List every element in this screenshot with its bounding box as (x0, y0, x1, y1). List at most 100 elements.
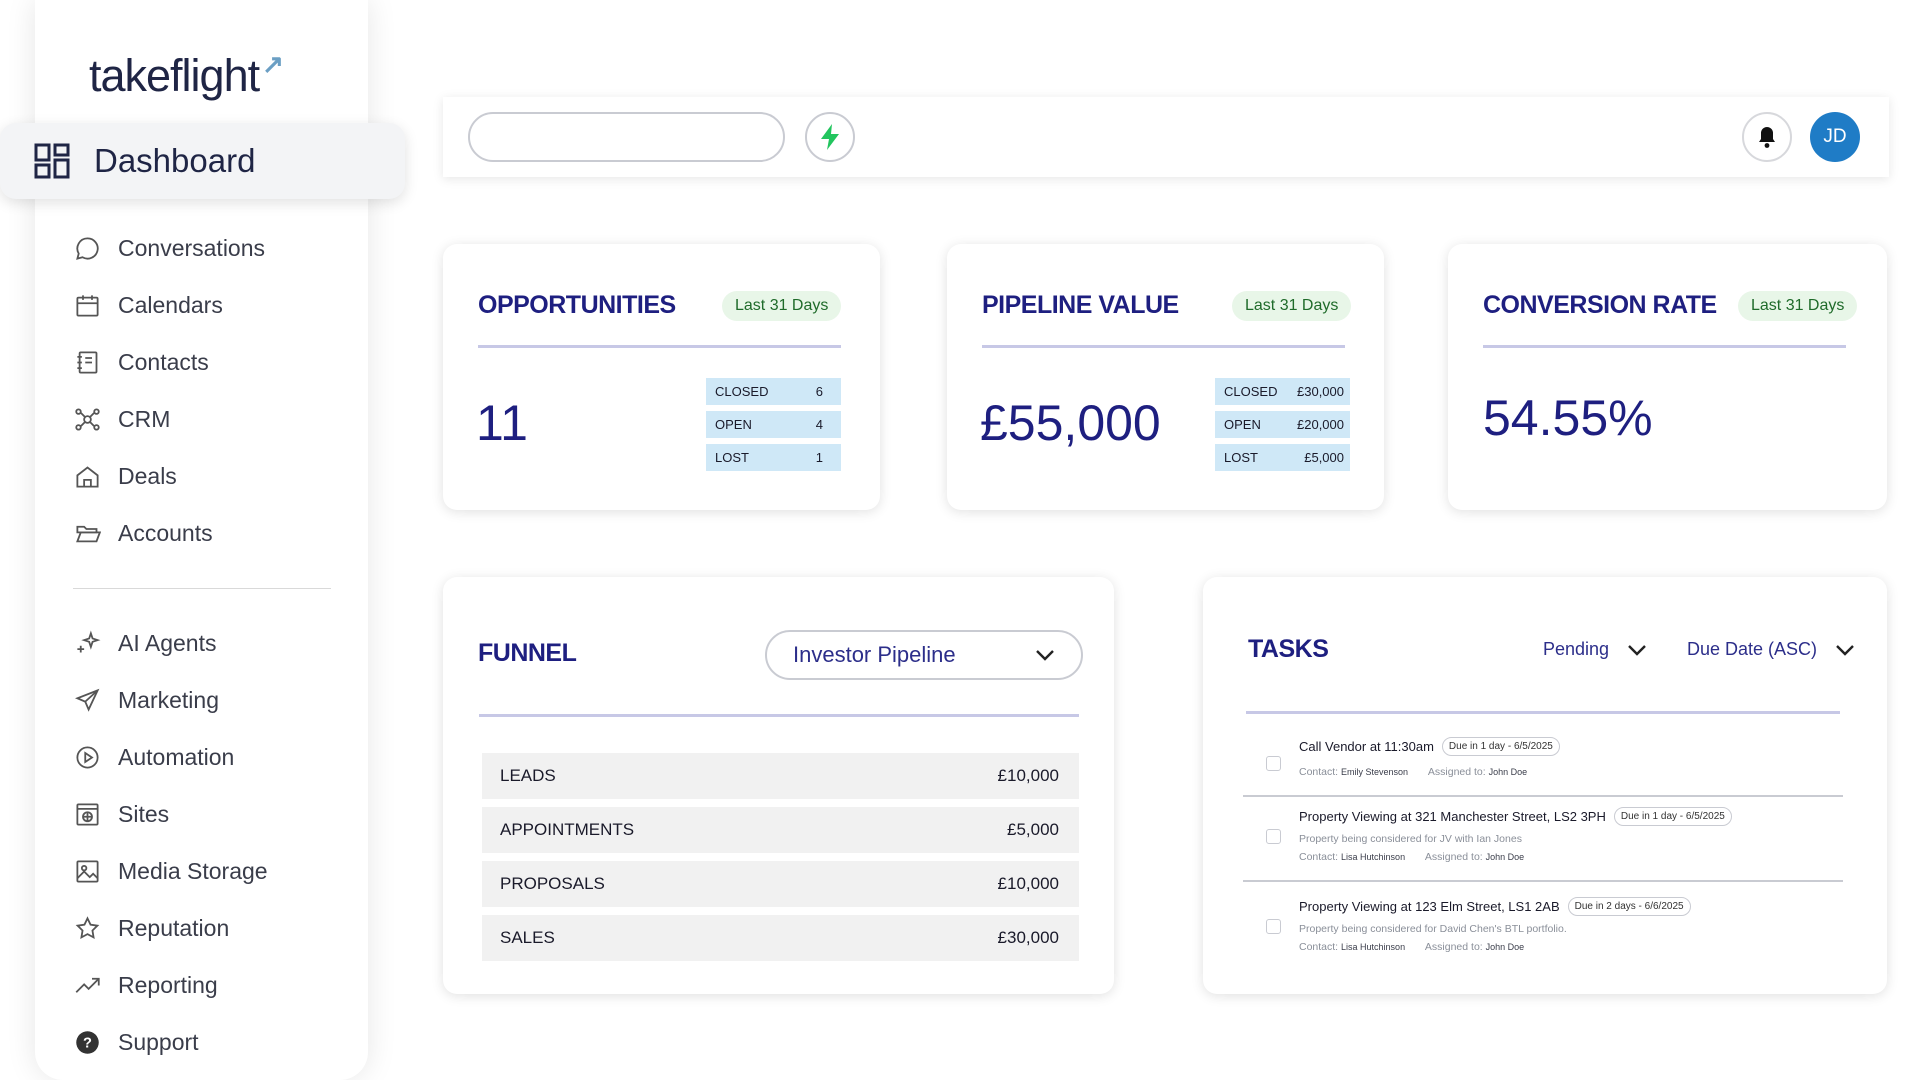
sidebar-item-label: Calendars (118, 292, 223, 318)
trend-up-icon (73, 972, 101, 1000)
task-divider (1243, 795, 1843, 797)
card-title: FUNNEL (478, 639, 577, 667)
sidebar-item-contacts[interactable]: Contacts (73, 334, 333, 391)
contacts-book-icon (73, 349, 101, 377)
card-divider (1246, 711, 1840, 714)
sidebar-item-ai-agents[interactable]: AI Agents (73, 615, 333, 672)
status-filter[interactable]: Pending (1543, 639, 1647, 660)
status-filter-value: Pending (1543, 639, 1610, 659)
sort-filter-value: Due Date (ASC) (1687, 639, 1818, 659)
assignee-name: John Doe (1488, 767, 1528, 777)
task-meta: Contact: Emily Stevenson Assigned to: Jo… (1299, 766, 1527, 778)
sidebar-item-label: Reporting (118, 972, 218, 998)
user-avatar[interactable]: JD (1810, 112, 1860, 162)
conversion-rate-card: CONVERSION RATE Last 31 Days 54.55% (1448, 244, 1887, 510)
task-item[interactable]: Call Vendor at 11:30am Due in 1 day - 6/… (1243, 737, 1843, 797)
brand-arrow-icon: ↗ (262, 49, 284, 79)
sidebar-item-conversations[interactable]: Conversations (73, 220, 333, 277)
sidebar-item-reporting[interactable]: Reporting (73, 957, 333, 1014)
row-label: OPEN (715, 417, 752, 432)
sidebar-item-label: CRM (118, 406, 171, 432)
sidebar-item-automation[interactable]: Automation (73, 729, 333, 786)
row-value: 4 (815, 417, 823, 432)
date-range-badge[interactable]: Last 31 Days (722, 291, 842, 321)
sidebar-item-calendars[interactable]: Calendars (73, 277, 333, 334)
bell-icon (1759, 127, 1775, 148)
card-title: CONVERSION RATE (1483, 291, 1717, 319)
sidebar-item-media-storage[interactable]: Media Storage (73, 843, 333, 900)
notifications-button[interactable] (1742, 112, 1792, 162)
chat-bubble-icon (73, 235, 101, 263)
image-icon (73, 858, 101, 886)
funnel-value: £10,000 (997, 766, 1059, 785)
search-input[interactable] (468, 112, 785, 162)
row-value: 1 (815, 450, 823, 465)
breakdown-row: LOST £5,000 (1215, 444, 1350, 471)
quick-action-button[interactable] (805, 112, 855, 162)
date-range-badge[interactable]: Last 31 Days (1232, 291, 1352, 321)
row-value: £30,000 (1297, 384, 1344, 399)
task-meta: Contact: Lisa Hutchinson Assigned to: Jo… (1299, 851, 1524, 863)
sidebar-item-label: Reputation (118, 915, 230, 941)
pipeline-select-value: Investor Pipeline (793, 642, 956, 667)
sidebar-item-label: Automation (118, 744, 235, 770)
row-value: 6 (815, 384, 823, 399)
funnel-value: £30,000 (997, 928, 1059, 947)
task-title: Property Viewing at 321 Manchester Stree… (1299, 809, 1606, 824)
sidebar-item-support[interactable]: ? Support (73, 1014, 333, 1071)
card-divider (982, 345, 1345, 348)
folder-open-icon (73, 520, 101, 548)
sidebar-item-marketing[interactable]: Marketing (73, 672, 333, 729)
chevron-down-icon (1836, 644, 1854, 656)
pipeline-total: £55,000 (980, 395, 1161, 451)
chevron-down-icon (1036, 650, 1054, 661)
sidebar-item-reputation[interactable]: Reputation (73, 900, 333, 957)
card-divider (1483, 345, 1846, 348)
task-checkbox[interactable] (1266, 919, 1281, 934)
sidebar-item-crm[interactable]: CRM (73, 391, 333, 448)
globe-window-icon (73, 801, 101, 829)
card-divider (478, 345, 841, 348)
task-description: Property being considered for JV with Ia… (1299, 833, 1522, 845)
task-checkbox[interactable] (1266, 756, 1281, 771)
task-title: Call Vendor at 11:30am (1299, 739, 1434, 754)
calendar-icon (73, 292, 101, 320)
sidebar-item-label: Support (118, 1029, 199, 1055)
pipeline-breakdown: CLOSED £30,000 OPEN £20,000 LOST £5,000 (1215, 378, 1350, 477)
task-header: Property Viewing at 321 Manchester Stree… (1299, 807, 1732, 826)
conversion-rate-value: 54.55% (1483, 390, 1653, 446)
brand-logo[interactable]: takeflight ↗ (89, 49, 284, 102)
sidebar-item-deals[interactable]: Deals (73, 448, 333, 505)
sidebar-item-label: Dashboard (94, 142, 256, 179)
due-badge: Due in 1 day - 6/5/2025 (1441, 737, 1560, 756)
sidebar-item-dashboard[interactable]: Dashboard (0, 123, 405, 199)
row-label: LOST (1224, 450, 1258, 465)
card-title: OPPORTUNITIES (478, 291, 676, 319)
funnel-row: SALES £30,000 (482, 915, 1079, 961)
pipeline-select[interactable]: Investor Pipeline (765, 630, 1083, 680)
task-item[interactable]: Property Viewing at 123 Elm Street, LS1 … (1243, 897, 1843, 967)
sparkles-icon (73, 630, 101, 658)
task-checkbox[interactable] (1266, 829, 1281, 844)
due-badge: Due in 2 days - 6/6/2025 (1567, 897, 1691, 916)
task-divider (1243, 880, 1843, 882)
task-description: Property being considered for David Chen… (1299, 923, 1567, 935)
paper-plane-icon (73, 687, 101, 715)
lightning-bolt-icon (821, 124, 839, 150)
sidebar-item-label: AI Agents (118, 630, 217, 656)
help-circle-icon: ? (73, 1029, 101, 1057)
contact-label: Contact: (1299, 941, 1339, 953)
pipeline-value-card: PIPELINE VALUE Last 31 Days £55,000 CLOS… (947, 244, 1384, 510)
contact-name: Lisa Hutchinson (1341, 942, 1406, 952)
row-label: CLOSED (1224, 384, 1278, 399)
row-label: OPEN (1224, 417, 1261, 432)
task-item[interactable]: Property Viewing at 321 Manchester Stree… (1243, 807, 1843, 877)
task-header: Call Vendor at 11:30am Due in 1 day - 6/… (1299, 737, 1560, 756)
sidebar-item-accounts[interactable]: Accounts (73, 505, 333, 562)
date-range-badge[interactable]: Last 31 Days (1738, 291, 1858, 321)
sidebar-item-sites[interactable]: Sites (73, 786, 333, 843)
sort-filter[interactable]: Due Date (ASC) (1687, 639, 1855, 660)
sidebar-divider (73, 588, 331, 589)
contact-label: Contact: (1299, 851, 1339, 863)
assigned-label: Assigned to: (1427, 766, 1486, 778)
